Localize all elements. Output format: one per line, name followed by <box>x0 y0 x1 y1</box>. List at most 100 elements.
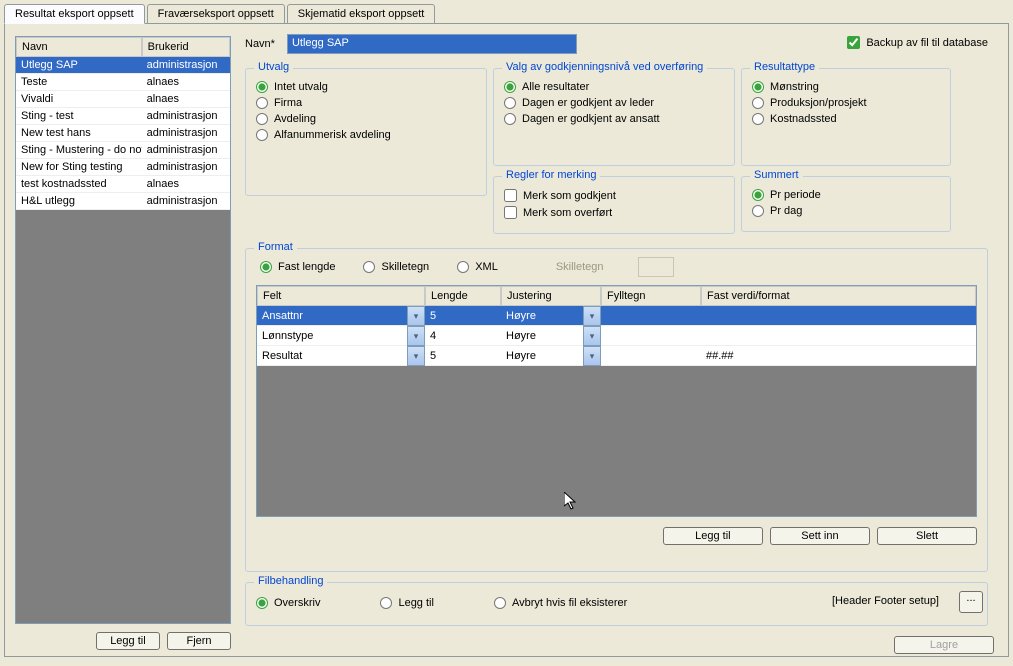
radio-label: Dagen er godkjent av leder <box>522 97 654 109</box>
right-panel: Navn* Utlegg SAP Backup av fil til datab… <box>237 24 1008 656</box>
chevron-down-icon[interactable] <box>583 326 601 346</box>
cell-fylltegn[interactable] <box>601 346 701 366</box>
navn-input[interactable]: Utlegg SAP <box>287 34 577 54</box>
group-utvalg: Utvalg Intet utvalgFirmaAvdelingAlfanumm… <box>245 68 487 196</box>
chevron-down-icon[interactable] <box>407 326 425 346</box>
radio-xml[interactable] <box>457 261 469 273</box>
left-add-button[interactable]: Legg til <box>96 632 160 650</box>
check-label: Merk som godkjent <box>523 190 616 202</box>
chevron-down-icon[interactable] <box>407 306 425 326</box>
list-item[interactable]: H&L utleggadministrasjon <box>16 193 230 210</box>
radio-utvalg-1[interactable] <box>256 97 268 109</box>
radio-utvalg-2[interactable] <box>256 113 268 125</box>
radio-filb-0[interactable] <box>256 597 268 609</box>
list-item[interactable]: Vivaldialnaes <box>16 91 230 108</box>
tab-skjematid[interactable]: Skjematid eksport oppsett <box>287 4 436 23</box>
header-footer-button[interactable]: ... <box>959 591 983 613</box>
left-panel: Navn Brukerid Utlegg SAPadministrasjonTe… <box>5 24 237 656</box>
list-item[interactable]: New test hansadministrasjon <box>16 125 230 142</box>
header-footer-label: [Header Footer setup] <box>832 595 939 607</box>
radio-valg-2[interactable] <box>504 113 516 125</box>
cell-felt[interactable]: Resultat <box>257 346 425 366</box>
col-justering[interactable]: Justering <box>501 286 601 306</box>
radio-label: Alfanummerisk avdeling <box>274 129 391 141</box>
cell-justering[interactable]: Høyre <box>501 346 601 366</box>
save-button[interactable]: Lagre <box>894 636 994 654</box>
group-resultattype: Resultattype MønstringProduksjon/prosjek… <box>741 68 951 166</box>
table-row[interactable]: Resultat5Høyre ##.## <box>257 346 976 366</box>
list-item[interactable]: New for Sting testingadministrasjon <box>16 159 230 176</box>
cell-felt[interactable]: Ansattnr <box>257 306 425 326</box>
col-fastverdi[interactable]: Fast verdi/format <box>701 286 976 306</box>
legend-resultattype: Resultattype <box>750 61 819 73</box>
cell-felt[interactable]: Lønnstype <box>257 326 425 346</box>
cell-fylltegn[interactable] <box>601 326 701 346</box>
label-skilletegn: Skilletegn <box>381 261 429 273</box>
tab-bar: Resultat eksport oppsett Fraværseksport … <box>0 0 1013 23</box>
config-list-header: Navn Brukerid <box>16 37 230 57</box>
list-item[interactable]: test kostnadsstedalnaes <box>16 176 230 193</box>
cell-fast[interactable] <box>701 306 976 326</box>
format-delete-button[interactable]: Slett <box>877 527 977 545</box>
radio-label: Kostnadssted <box>770 113 837 125</box>
col-lengde[interactable]: Lengde <box>425 286 501 306</box>
skilletegn-label: Skilletegn <box>556 261 604 273</box>
format-insert-button[interactable]: Sett inn <box>770 527 870 545</box>
cell-justering[interactable]: Høyre <box>501 306 601 326</box>
legend-format: Format <box>254 241 297 253</box>
radio-summert-1[interactable] <box>752 205 764 217</box>
radio-utvalg-3[interactable] <box>256 129 268 141</box>
radio-filb-2[interactable] <box>494 597 506 609</box>
radio-label: Intet utvalg <box>274 81 328 93</box>
radio-label: Produksjon/prosjekt <box>770 97 867 109</box>
col-fylltegn[interactable]: Fylltegn <box>601 286 701 306</box>
radio-label: Mønstring <box>770 81 819 93</box>
check-regler-0[interactable] <box>504 189 517 202</box>
radio-skilletegn[interactable] <box>363 261 375 273</box>
radio-restype-1[interactable] <box>752 97 764 109</box>
radio-valg-0[interactable] <box>504 81 516 93</box>
list-item[interactable]: Sting - Mustering - do not cadministrasj… <box>16 142 230 159</box>
list-item[interactable]: Sting - testadministrasjon <box>16 108 230 125</box>
format-table-header: Felt Lengde Justering Fylltegn Fast verd… <box>257 286 976 306</box>
radio-label: Pr dag <box>770 205 802 217</box>
cell-lengde[interactable]: 5 <box>425 306 501 326</box>
check-regler-1[interactable] <box>504 206 517 219</box>
radio-summert-0[interactable] <box>752 189 764 201</box>
backup-label: Backup av fil til database <box>866 37 988 49</box>
list-item[interactable]: Testealnaes <box>16 74 230 91</box>
radio-label: Dagen er godkjent av ansatt <box>522 113 660 125</box>
cell-fylltegn[interactable] <box>601 306 701 326</box>
cell-lengde[interactable]: 4 <box>425 326 501 346</box>
radio-valg-1[interactable] <box>504 97 516 109</box>
format-table[interactable]: Felt Lengde Justering Fylltegn Fast verd… <box>256 285 977 517</box>
backup-checkbox[interactable] <box>847 36 860 49</box>
cell-fast[interactable] <box>701 326 976 346</box>
tab-fravaer[interactable]: Fraværseksport oppsett <box>147 4 285 23</box>
legend-utvalg: Utvalg <box>254 61 293 73</box>
cell-fast[interactable]: ##.## <box>701 346 976 366</box>
group-regler: Regler for merking Merk som godkjentMerk… <box>493 176 735 234</box>
list-item[interactable]: Utlegg SAPadministrasjon <box>16 57 230 74</box>
table-row[interactable]: Ansattnr5Høyre <box>257 306 976 326</box>
cell-justering[interactable]: Høyre <box>501 326 601 346</box>
col-brukerid[interactable]: Brukerid <box>142 37 230 57</box>
left-remove-button[interactable]: Fjern <box>167 632 231 650</box>
format-add-button[interactable]: Legg til <box>663 527 763 545</box>
radio-fast-lengde[interactable] <box>260 261 272 273</box>
tab-resultat[interactable]: Resultat eksport oppsett <box>4 4 145 24</box>
chevron-down-icon[interactable] <box>407 346 425 366</box>
col-felt[interactable]: Felt <box>257 286 425 306</box>
radio-restype-2[interactable] <box>752 113 764 125</box>
cell-lengde[interactable]: 5 <box>425 346 501 366</box>
table-row[interactable]: Lønnstype4Høyre <box>257 326 976 346</box>
chevron-down-icon[interactable] <box>583 306 601 326</box>
group-valg: Valg av godkjenningsnivå ved overføring … <box>493 68 735 166</box>
radio-restype-0[interactable] <box>752 81 764 93</box>
radio-utvalg-0[interactable] <box>256 81 268 93</box>
col-navn[interactable]: Navn <box>16 37 142 57</box>
config-list[interactable]: Navn Brukerid Utlegg SAPadministrasjonTe… <box>15 36 231 624</box>
chevron-down-icon[interactable] <box>583 346 601 366</box>
radio-label: Overskriv <box>274 597 320 609</box>
radio-filb-1[interactable] <box>380 597 392 609</box>
